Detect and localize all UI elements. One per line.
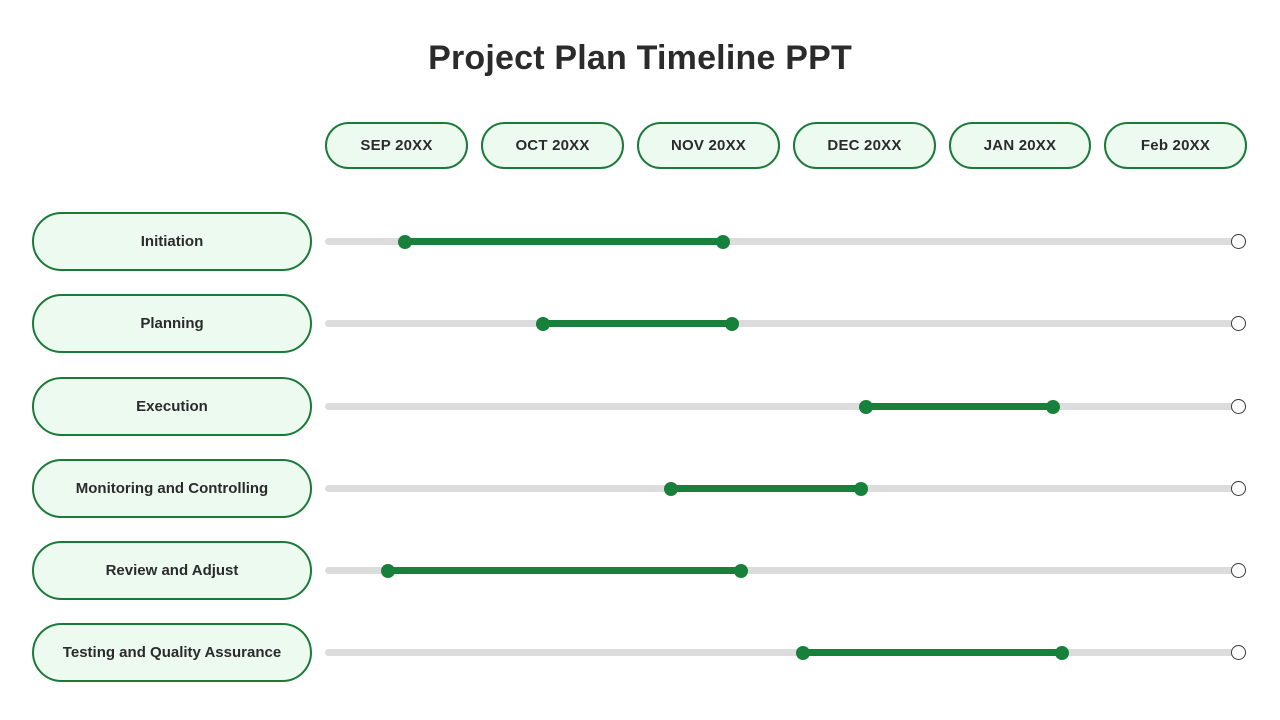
task-duration-bar[interactable] [803,649,1062,656]
task-label: Testing and Quality Assurance [62,644,282,661]
timeline-track [325,649,1245,656]
track-end-circle-icon [1231,563,1246,578]
task-row: Initiation [0,212,1280,272]
task-label-pill[interactable]: Execution [32,377,312,436]
bar-start-dot-icon[interactable] [398,234,412,249]
task-label: Planning [140,315,204,332]
timeline-track [325,403,1245,410]
task-label-pill[interactable]: Initiation [32,212,312,271]
task-label: Monitoring and Controlling [75,480,269,497]
bar-end-dot-icon[interactable] [1055,645,1069,660]
task-label: Initiation [140,233,204,250]
bar-start-dot-icon[interactable] [859,399,873,414]
task-label-pill[interactable]: Review and Adjust [32,541,312,600]
task-row: Testing and Quality Assurance [0,623,1280,683]
track-end-circle-icon [1231,399,1246,414]
task-label: Execution [136,398,208,415]
task-row: Planning [0,294,1280,354]
task-label-pill[interactable]: Planning [32,294,312,353]
task-duration-bar[interactable] [405,238,723,245]
task-row: Execution [0,377,1280,437]
task-row: Review and Adjust [0,541,1280,601]
track-end-circle-icon [1231,316,1246,331]
task-duration-bar[interactable] [866,403,1053,410]
task-duration-bar[interactable] [388,567,741,574]
task-label: Review and Adjust [105,562,239,579]
timeline-track [325,320,1245,327]
bar-end-dot-icon[interactable] [716,234,730,249]
bar-end-dot-icon[interactable] [725,316,739,331]
track-end-circle-icon [1231,645,1246,660]
timeline-rows: Initiation Planning Execution Monitoring an… [0,0,1280,720]
bar-start-dot-icon[interactable] [796,645,810,660]
bar-start-dot-icon[interactable] [664,481,678,496]
task-label-pill[interactable]: Monitoring and Controlling [32,459,312,518]
task-duration-bar[interactable] [543,320,732,327]
bar-end-dot-icon[interactable] [734,563,748,578]
track-end-circle-icon [1231,481,1246,496]
bar-end-dot-icon[interactable] [1046,399,1060,414]
track-end-circle-icon [1231,234,1246,249]
bar-start-dot-icon[interactable] [381,563,395,578]
bar-start-dot-icon[interactable] [536,316,550,331]
task-duration-bar[interactable] [671,485,861,492]
task-row: Monitoring and Controlling [0,459,1280,519]
task-label-pill[interactable]: Testing and Quality Assurance [32,623,312,682]
bar-end-dot-icon[interactable] [854,481,868,496]
